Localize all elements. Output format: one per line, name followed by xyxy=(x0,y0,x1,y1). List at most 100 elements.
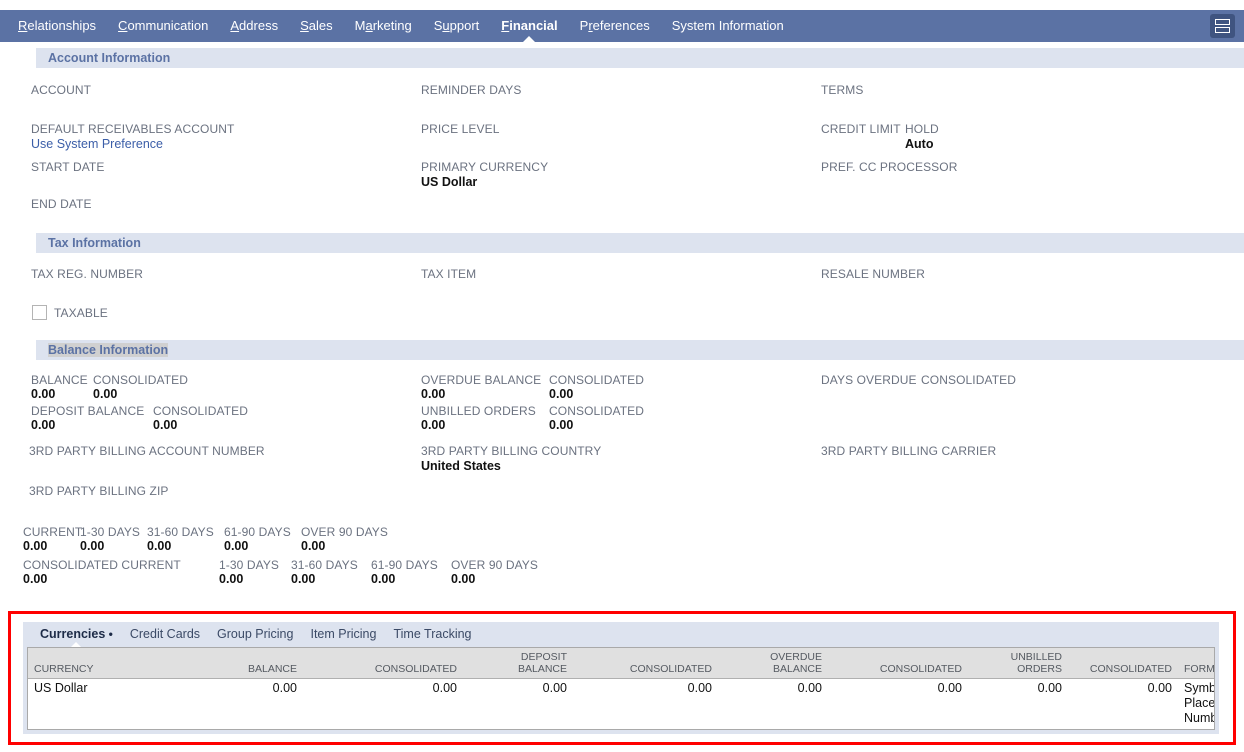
tab-relationships[interactable]: Relationships xyxy=(18,10,96,42)
subtab-credit-cards[interactable]: Credit Cards xyxy=(130,622,200,647)
menu-bar-icon xyxy=(1215,19,1230,25)
tab-support[interactable]: Support xyxy=(434,10,480,42)
field-start-date[interactable]: START DATE xyxy=(31,160,104,174)
field-value: 0.00 xyxy=(549,387,574,401)
tab-preferences[interactable]: Preferences xyxy=(580,10,650,42)
field-default-receivables-account[interactable]: DEFAULT RECEIVABLES ACCOUNT Use System P… xyxy=(31,122,234,151)
section-title: Account Information xyxy=(48,51,171,65)
tab-marketing[interactable]: Marketing xyxy=(355,10,412,42)
cell-consolidated-1: 0.00 xyxy=(432,681,457,695)
tab-label-pre: M xyxy=(354,18,366,33)
field-label: CONSOLIDATED xyxy=(921,373,1016,387)
field-3rd-party-billing-country[interactable]: 3RD PARTY BILLING COUNTRY United States xyxy=(421,444,601,473)
field-pref-cc-processor[interactable]: PREF. CC PROCESSOR xyxy=(821,160,958,174)
col-consolidated-4[interactable]: CONSOLIDATED xyxy=(1068,648,1178,679)
field-overdue-balance-consolidated: OVERDUE BALANCE 0.00 CONSOLIDATED 0.00 xyxy=(421,373,644,401)
field-terms[interactable]: TERMS xyxy=(821,83,864,97)
subtab-label: Item Pricing xyxy=(310,627,377,641)
tab-label: pport xyxy=(449,18,480,33)
menu-toggle-button[interactable] xyxy=(1210,14,1235,38)
menu-bar-icon xyxy=(1215,27,1230,33)
field-label: UNBILLED ORDERS xyxy=(421,404,536,418)
tab-label: ommunication xyxy=(127,18,209,33)
field-price-level[interactable]: PRICE LEVEL xyxy=(421,122,499,136)
field-label: OVERDUE BALANCE xyxy=(421,373,542,387)
field-reminder-days[interactable]: REMINDER DAYS xyxy=(421,83,521,97)
tab-sales[interactable]: Sales xyxy=(300,10,333,42)
field-end-date[interactable]: END DATE xyxy=(31,197,92,211)
field-label: CONSOLIDATED xyxy=(153,404,248,418)
col-line-2: BALANCE xyxy=(772,663,822,675)
field-value: 0.00 xyxy=(31,418,56,432)
field-value: US Dollar xyxy=(421,175,478,189)
field-label: END DATE xyxy=(31,197,92,211)
cell-format: Symbol: $ Symbol Placement: Before Numbe… xyxy=(1184,681,1215,725)
subtab-label: Group Pricing xyxy=(217,627,294,641)
field-label: CONSOLIDATED xyxy=(549,373,644,387)
field-tax-item[interactable]: TAX ITEM xyxy=(421,267,476,281)
currencies-table: CURRENCY BALANCE CONSOLIDATED DEPOSIT BA… xyxy=(28,648,1215,729)
cell-consolidated-4: 0.00 xyxy=(1147,681,1172,695)
field-taxable[interactable]: TAXABLE xyxy=(32,305,108,320)
tab-label: eferences xyxy=(592,18,650,33)
field-account[interactable]: ACCOUNT xyxy=(31,83,91,97)
subtab-group-pricing[interactable]: Group Pricing xyxy=(217,622,293,647)
tax-information-fields: TAX REG. NUMBER TAX ITEM RESALE NUMBER T… xyxy=(0,256,1244,346)
field-label: ACCOUNT xyxy=(31,83,92,97)
cutoff-browser-strip xyxy=(0,0,1244,10)
field-value[interactable]: Use System Preference xyxy=(31,137,234,151)
currencies-grid-container[interactable]: CURRENCY BALANCE CONSOLIDATED DEPOSIT BA… xyxy=(27,647,1215,730)
field-primary-currency[interactable]: PRIMARY CURRENCY US Dollar xyxy=(421,160,548,189)
field-resale-number[interactable]: RESALE NUMBER xyxy=(821,267,925,281)
field-3rd-party-billing-carrier[interactable]: 3RD PARTY BILLING CARRIER xyxy=(821,444,996,458)
cell-currency: US Dollar xyxy=(34,681,88,695)
subtab-currencies[interactable]: Currencies • xyxy=(40,622,113,649)
tab-accel-letter: A xyxy=(230,18,240,33)
aging-row-current: CURRENT 0.00 1-30 DAYS 0.00 31-60 DAYS 0.00… xyxy=(23,525,397,553)
field-label: BALANCE xyxy=(31,373,88,387)
col-format[interactable]: FORMAT xyxy=(1178,648,1214,679)
subtab-time-tracking[interactable]: Time Tracking xyxy=(393,622,471,647)
subtab-label: Time Tracking xyxy=(393,627,472,641)
tab-address[interactable]: Address xyxy=(230,10,278,42)
subtab-label: Currencies xyxy=(40,627,106,641)
field-tax-reg-number[interactable]: TAX REG. NUMBER xyxy=(31,267,143,281)
col-consolidated-2[interactable]: CONSOLIDATED xyxy=(573,648,718,679)
tab-label: elationships xyxy=(27,18,97,33)
tab-accel-letter: S xyxy=(300,18,309,33)
col-unbilled-orders[interactable]: UNBILLED ORDERS xyxy=(968,648,1068,679)
aging-row-consolidated: CONSOLIDATED CURRENT 0.00 1-30 DAYS 0.00 3… xyxy=(23,558,549,586)
subtab-marker-dot: • xyxy=(105,627,113,641)
col-overdue-balance[interactable]: OVERDUE BALANCE xyxy=(718,648,828,679)
field-value: 0.00 xyxy=(23,572,48,586)
main-tab-bar: Relationships Communication Address Sale… xyxy=(0,10,1244,43)
field-label: TAX REG. NUMBER xyxy=(31,267,143,281)
field-label: HOLD xyxy=(905,122,939,136)
tab-system-information[interactable]: System Information xyxy=(672,10,784,42)
col-balance[interactable]: BALANCE xyxy=(178,648,303,679)
subtab-label: Credit Cards xyxy=(129,627,201,641)
field-value: 0.00 xyxy=(451,572,476,586)
tab-communication[interactable]: Communication xyxy=(118,10,208,42)
field-value: 0.00 xyxy=(147,539,172,553)
field-3rd-party-billing-account-number[interactable]: 3RD PARTY BILLING ACCOUNT NUMBER xyxy=(29,444,265,458)
field-value: United States xyxy=(421,459,501,473)
col-currency[interactable]: CURRENCY xyxy=(28,648,178,679)
field-3rd-party-billing-zip[interactable]: 3RD PARTY BILLING ZIP xyxy=(29,484,168,498)
taxable-checkbox[interactable] xyxy=(32,305,47,320)
col-consolidated-3[interactable]: CONSOLIDATED xyxy=(828,648,968,679)
subtab-panel: Currencies • Credit Cards Group Pricing … xyxy=(23,622,1219,734)
tab-label: System Information xyxy=(671,18,784,33)
field-label: DEPOSIT BALANCE xyxy=(31,404,145,418)
col-deposit-balance[interactable]: DEPOSIT BALANCE xyxy=(463,648,573,679)
field-label: CONSOLIDATED xyxy=(93,373,188,387)
field-label: START DATE xyxy=(31,160,105,174)
table-row[interactable]: US Dollar 0.00 0.00 0.00 0.00 0.00 0.00 … xyxy=(28,679,1215,729)
subtab-item-pricing[interactable]: Item Pricing xyxy=(310,622,376,647)
field-deposit-balance-consolidated: DEPOSIT BALANCE 0.00 CONSOLIDATED 0.00 xyxy=(31,404,248,432)
col-consolidated-1[interactable]: CONSOLIDATED xyxy=(303,648,463,679)
field-label: CURRENT xyxy=(23,525,83,539)
field-credit-limit-hold[interactable]: CREDIT LIMIT HOLD Auto xyxy=(821,122,939,151)
field-label: DAYS OVERDUE xyxy=(821,373,917,387)
tab-financial[interactable]: Financial xyxy=(501,10,558,43)
